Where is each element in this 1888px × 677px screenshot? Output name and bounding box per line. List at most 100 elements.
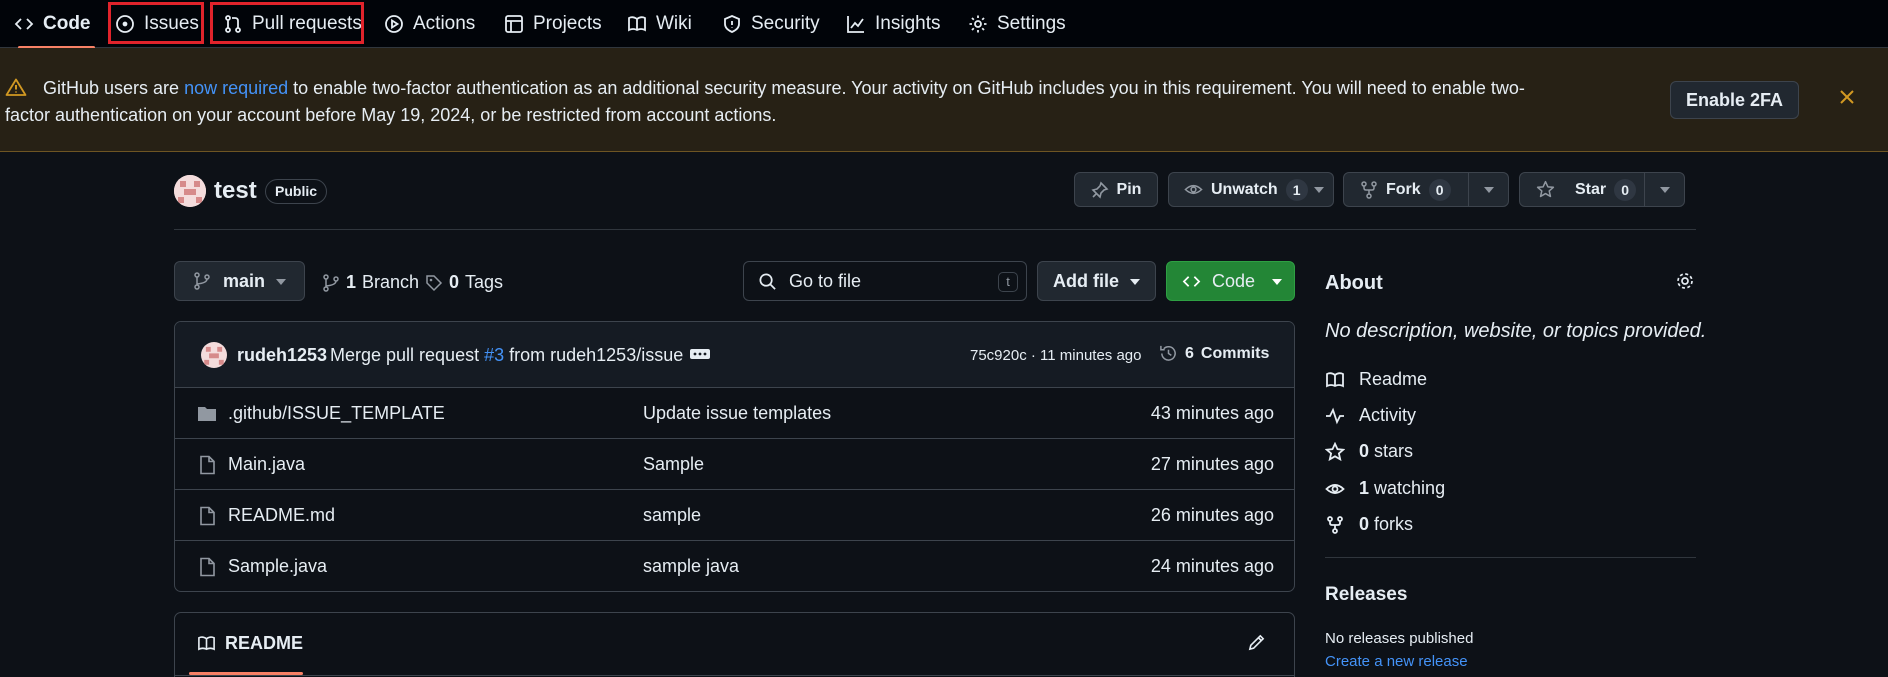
history-icon xyxy=(1160,345,1176,361)
stars-link[interactable]: 0 stars xyxy=(1325,441,1413,462)
create-release-link[interactable]: Create a new release xyxy=(1325,653,1468,670)
file-time: 43 minutes ago xyxy=(1150,403,1274,423)
book-icon xyxy=(628,16,646,32)
author-avatar[interactable] xyxy=(201,342,227,368)
tab-label: Code xyxy=(43,13,91,34)
tags-link[interactable]: 0 Tags xyxy=(425,272,503,293)
star-count: 0 xyxy=(1614,178,1637,201)
highlight-box-issues xyxy=(108,2,204,44)
shield-icon xyxy=(724,15,740,33)
tab-settings[interactable]: Settings xyxy=(968,0,1066,48)
repo-name[interactable]: test xyxy=(214,177,257,205)
file-time: 24 minutes ago xyxy=(1150,556,1274,576)
commit-author[interactable]: rudeh1253 xyxy=(237,345,327,366)
file-name[interactable]: Main.java xyxy=(228,454,305,475)
tab-code[interactable]: Code xyxy=(14,0,94,49)
fork-button[interactable]: Fork 0 xyxy=(1343,172,1509,207)
no-releases-text: No releases published xyxy=(1325,630,1474,647)
close-icon[interactable] xyxy=(1838,88,1856,106)
file-time: 27 minutes ago xyxy=(1150,454,1274,474)
file-icon xyxy=(200,455,215,475)
tab-label: Security xyxy=(751,13,820,34)
search-icon xyxy=(759,273,776,290)
commits-link[interactable]: 6 Commits xyxy=(1159,344,1269,363)
file-row[interactable]: README.md sample 26 minutes ago xyxy=(175,490,1294,541)
gear-icon xyxy=(969,15,987,33)
add-file-button[interactable]: Add file xyxy=(1037,261,1156,301)
file-commit-message[interactable]: Update issue templates xyxy=(643,403,831,424)
sidebar-divider xyxy=(1325,557,1696,558)
search-placeholder: Go to file xyxy=(789,270,862,291)
releases-heading[interactable]: Releases xyxy=(1325,584,1407,606)
pulse-icon xyxy=(1326,407,1344,424)
tab-label: Actions xyxy=(413,13,476,34)
star-button[interactable]: Star 0 xyxy=(1519,172,1685,207)
readme-link[interactable]: Readme xyxy=(1325,369,1427,390)
code-icon xyxy=(1182,275,1201,287)
watching-link[interactable]: 1 watching xyxy=(1325,478,1445,499)
enable-2fa-button[interactable]: Enable 2FA xyxy=(1670,81,1799,119)
play-icon xyxy=(385,15,403,33)
branches-link[interactable]: 1 Branch xyxy=(322,272,419,293)
book-icon xyxy=(198,636,215,651)
header-divider xyxy=(174,229,1696,230)
file-icon xyxy=(200,506,215,526)
pr-link[interactable]: #3 xyxy=(484,345,504,365)
go-to-file-input[interactable]: Go to file t xyxy=(743,261,1027,301)
readme-tab[interactable]: README xyxy=(197,633,303,654)
file-commit-message[interactable]: sample xyxy=(643,505,701,526)
now-required-link[interactable]: now required xyxy=(184,78,288,98)
banner-message: GitHub users are now required to enable … xyxy=(5,78,1525,125)
caret-down-icon[interactable] xyxy=(1660,187,1670,193)
tab-security[interactable]: Security xyxy=(722,0,820,48)
about-heading: About xyxy=(1325,272,1383,294)
two-factor-banner: GitHub users are now required to enable … xyxy=(0,48,1888,152)
caret-down-icon[interactable] xyxy=(1484,187,1494,193)
gear-icon[interactable] xyxy=(1675,271,1695,291)
tab-actions[interactable]: Actions xyxy=(384,0,475,48)
owner-avatar[interactable] xyxy=(174,175,206,207)
file-row[interactable]: .github/ISSUE_TEMPLATE Update issue temp… xyxy=(175,388,1294,439)
folder-icon xyxy=(198,407,216,421)
activity-link[interactable]: Activity xyxy=(1325,405,1416,426)
file-list: rudeh1253 Merge pull request #3 from rud… xyxy=(174,321,1295,592)
graph-icon xyxy=(847,16,864,33)
caret-down-icon xyxy=(1130,279,1140,285)
file-icon xyxy=(200,557,215,577)
file-row[interactable]: Main.java Sample 27 minutes ago xyxy=(175,439,1294,490)
repo-forked-icon xyxy=(1327,515,1343,534)
ellipsis-icon[interactable] xyxy=(687,344,713,364)
git-branch-icon xyxy=(194,272,210,290)
file-name[interactable]: .github/ISSUE_TEMPLATE xyxy=(228,403,445,424)
file-time: 26 minutes ago xyxy=(1150,505,1274,525)
keyboard-shortcut-hint: t xyxy=(998,272,1018,292)
forks-link[interactable]: 0 forks xyxy=(1325,514,1413,535)
commit-hash-time[interactable]: 75c920c · 11 minutes ago xyxy=(970,347,1142,364)
branch-select-button[interactable]: main xyxy=(174,261,305,301)
pin-button[interactable]: Pin xyxy=(1074,172,1158,207)
unwatch-button[interactable]: Unwatch 1 xyxy=(1168,172,1334,207)
repo-forked-icon xyxy=(1361,180,1377,199)
code-download-button[interactable]: Code xyxy=(1166,261,1295,301)
caret-down-icon[interactable] xyxy=(1314,187,1324,193)
pencil-icon[interactable] xyxy=(1247,633,1266,652)
file-commit-message[interactable]: Sample xyxy=(643,454,704,475)
about-description: No description, website, or topics provi… xyxy=(1325,320,1707,342)
eye-icon xyxy=(1184,184,1203,195)
fork-count: 0 xyxy=(1428,178,1451,201)
file-commit-message[interactable]: sample java xyxy=(643,556,739,577)
tab-wiki[interactable]: Wiki xyxy=(627,0,692,48)
visibility-badge: Public xyxy=(265,179,328,204)
latest-commit-bar: rudeh1253 Merge pull request #3 from rud… xyxy=(175,322,1294,388)
file-name[interactable]: README.md xyxy=(228,505,335,526)
table-icon xyxy=(505,15,523,33)
alert-icon xyxy=(5,78,27,96)
tab-projects[interactable]: Projects xyxy=(504,0,602,48)
git-branch-icon xyxy=(323,273,339,292)
file-name[interactable]: Sample.java xyxy=(228,556,327,577)
tab-insights[interactable]: Insights xyxy=(846,0,940,48)
highlight-box-pull-requests xyxy=(210,2,364,44)
eye-icon xyxy=(1325,483,1345,494)
readme-panel: README xyxy=(174,612,1295,677)
file-row[interactable]: Sample.java sample java 24 minutes ago xyxy=(175,541,1294,591)
